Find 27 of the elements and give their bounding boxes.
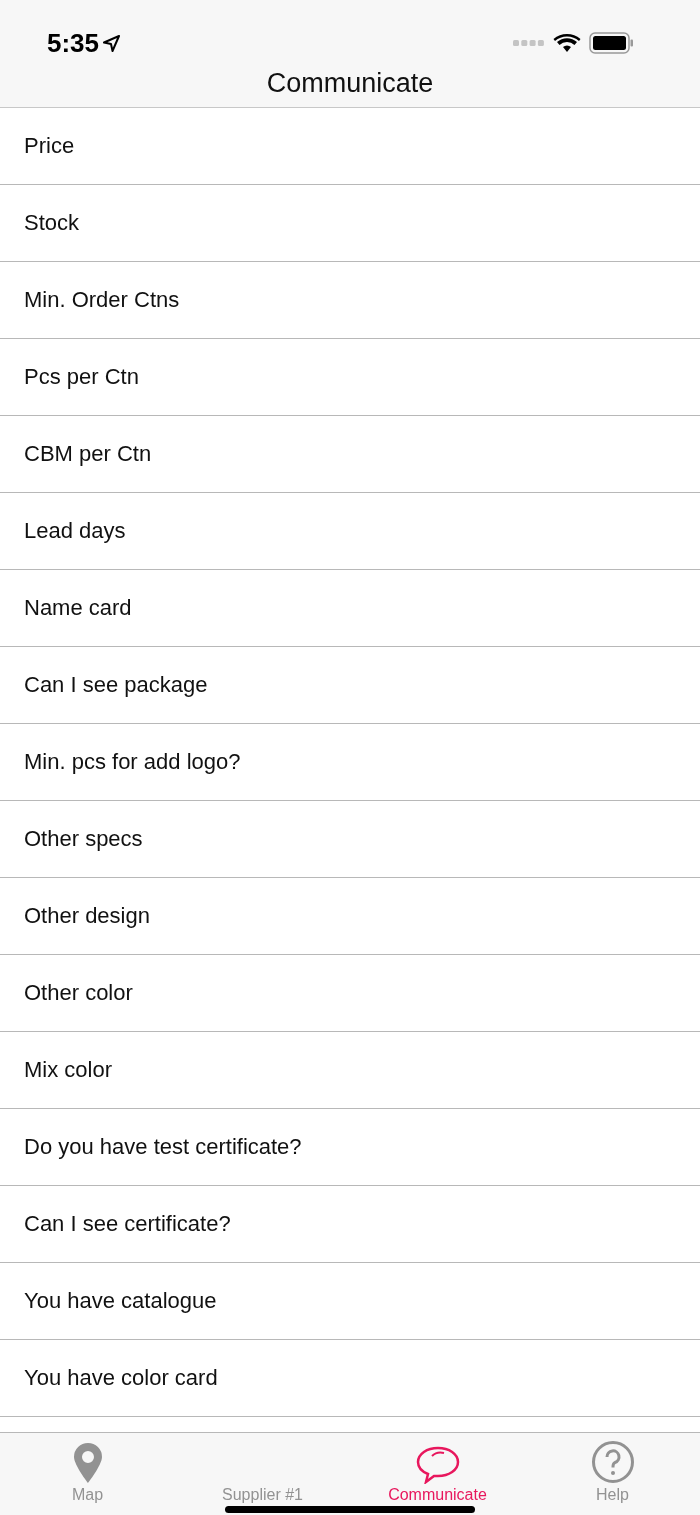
- list-item[interactable]: Other color: [0, 955, 700, 1032]
- help-icon: [590, 1440, 635, 1484]
- list-item[interactable]: Can I see certificate?: [0, 1186, 700, 1263]
- list-item[interactable]: Other design: [0, 878, 700, 955]
- map-pin-icon: [72, 1442, 103, 1484]
- list-item[interactable]: You have color card: [0, 1340, 700, 1417]
- list-item[interactable]: Min. pcs for add logo?: [0, 724, 700, 801]
- location-arrow-icon: [103, 34, 121, 52]
- list-item[interactable]: Can I see package: [0, 647, 700, 724]
- battery-icon: [589, 32, 634, 54]
- signal-icon: [513, 40, 545, 46]
- list-item[interactable]: You have catalogue: [0, 1263, 700, 1340]
- list-item[interactable]: Lead days: [0, 493, 700, 570]
- list-item[interactable]: CBM per Ctn: [0, 416, 700, 493]
- status-time: 5:35: [47, 27, 100, 59]
- list-item[interactable]: Do you have test certificate?: [0, 1109, 700, 1186]
- wifi-icon: [553, 33, 581, 53]
- list-item[interactable]: Min. Order Ctns: [0, 262, 700, 339]
- list-item[interactable]: Stock: [0, 185, 700, 262]
- list-item[interactable]: Mix color: [0, 1032, 700, 1109]
- list-item[interactable]: Price: [0, 108, 700, 185]
- list-item[interactable]: Pcs per Ctn: [0, 339, 700, 416]
- speech-bubble-icon: [414, 1446, 461, 1484]
- list-item[interactable]: Other specs: [0, 801, 700, 878]
- tab-bar-item[interactable]: Communicate: [350, 1433, 525, 1515]
- list-item[interactable]: Name card: [0, 570, 700, 647]
- screen-title: Communicate: [266, 68, 434, 99]
